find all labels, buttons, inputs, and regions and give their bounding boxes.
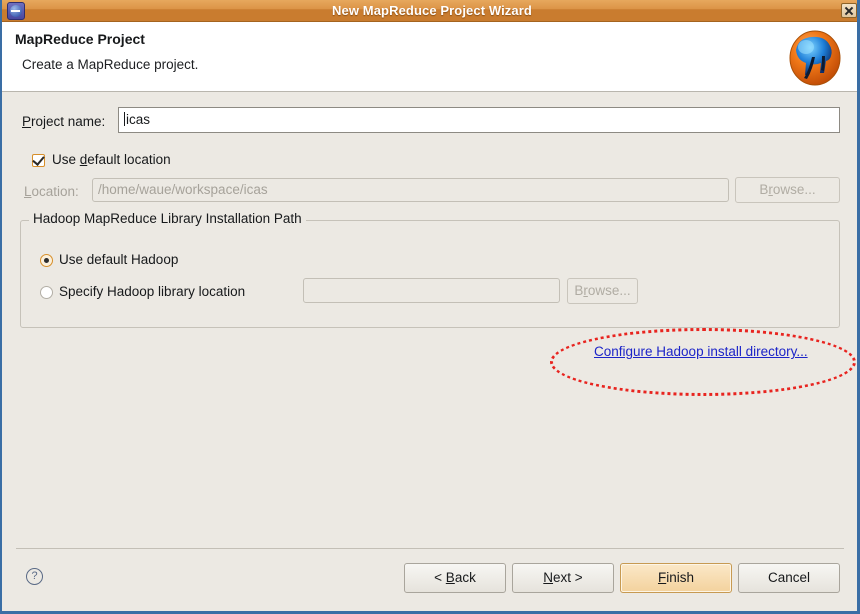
page-title: MapReduce Project: [15, 31, 145, 47]
project-name-input[interactable]: icas: [118, 107, 840, 133]
footer-divider: [16, 548, 844, 549]
text-caret: [124, 112, 125, 126]
use-default-hadoop-label: Use default Hadoop: [59, 252, 179, 267]
check-icon: [32, 153, 45, 166]
window-title: New MapReduce Project Wizard: [332, 3, 532, 18]
close-icon[interactable]: [841, 3, 857, 18]
project-name-label: Project name:: [22, 114, 106, 129]
use-default-location-checkbox[interactable]: [32, 153, 45, 167]
page-subtitle: Create a MapReduce project.: [22, 57, 199, 72]
next-button[interactable]: Next >: [512, 563, 614, 593]
use-default-hadoop-radio[interactable]: [40, 254, 53, 267]
location-input: /home/waue/workspace/icas: [92, 178, 729, 202]
location-browse-button: Browse...: [735, 177, 840, 203]
back-button[interactable]: < Back: [404, 563, 506, 593]
finish-button[interactable]: Finish: [620, 563, 732, 593]
title-bar: New MapReduce Project Wizard: [2, 0, 857, 22]
specify-hadoop-library-label: Specify Hadoop library location: [59, 284, 246, 299]
hadoop-elephant-logo: [789, 30, 841, 86]
annotation-ellipse: [550, 328, 856, 396]
wizard-header: MapReduce Project Create a MapReduce pro…: [2, 22, 857, 92]
wizard-content: Project name: icas Use default location …: [2, 92, 857, 548]
wizard-dialog-window: New MapReduce Project Wizard MapReduce P…: [0, 0, 860, 614]
configure-hadoop-install-directory-link[interactable]: Configure Hadoop install directory...: [594, 344, 808, 359]
location-label: Location:: [24, 184, 79, 199]
use-default-location-label: Use default location: [52, 152, 171, 167]
hadoop-library-group: [20, 220, 840, 328]
hadoop-library-path-input: [303, 278, 560, 303]
specify-hadoop-library-radio[interactable]: [40, 286, 53, 299]
help-icon[interactable]: ?: [26, 568, 43, 585]
cancel-button[interactable]: Cancel: [738, 563, 840, 593]
hadoop-library-group-legend: Hadoop MapReduce Library Installation Pa…: [29, 211, 306, 226]
hadoop-library-browse-button: Browse...: [567, 278, 638, 304]
wizard-footer: ? < Back Next > Finish Cancel: [2, 548, 857, 611]
